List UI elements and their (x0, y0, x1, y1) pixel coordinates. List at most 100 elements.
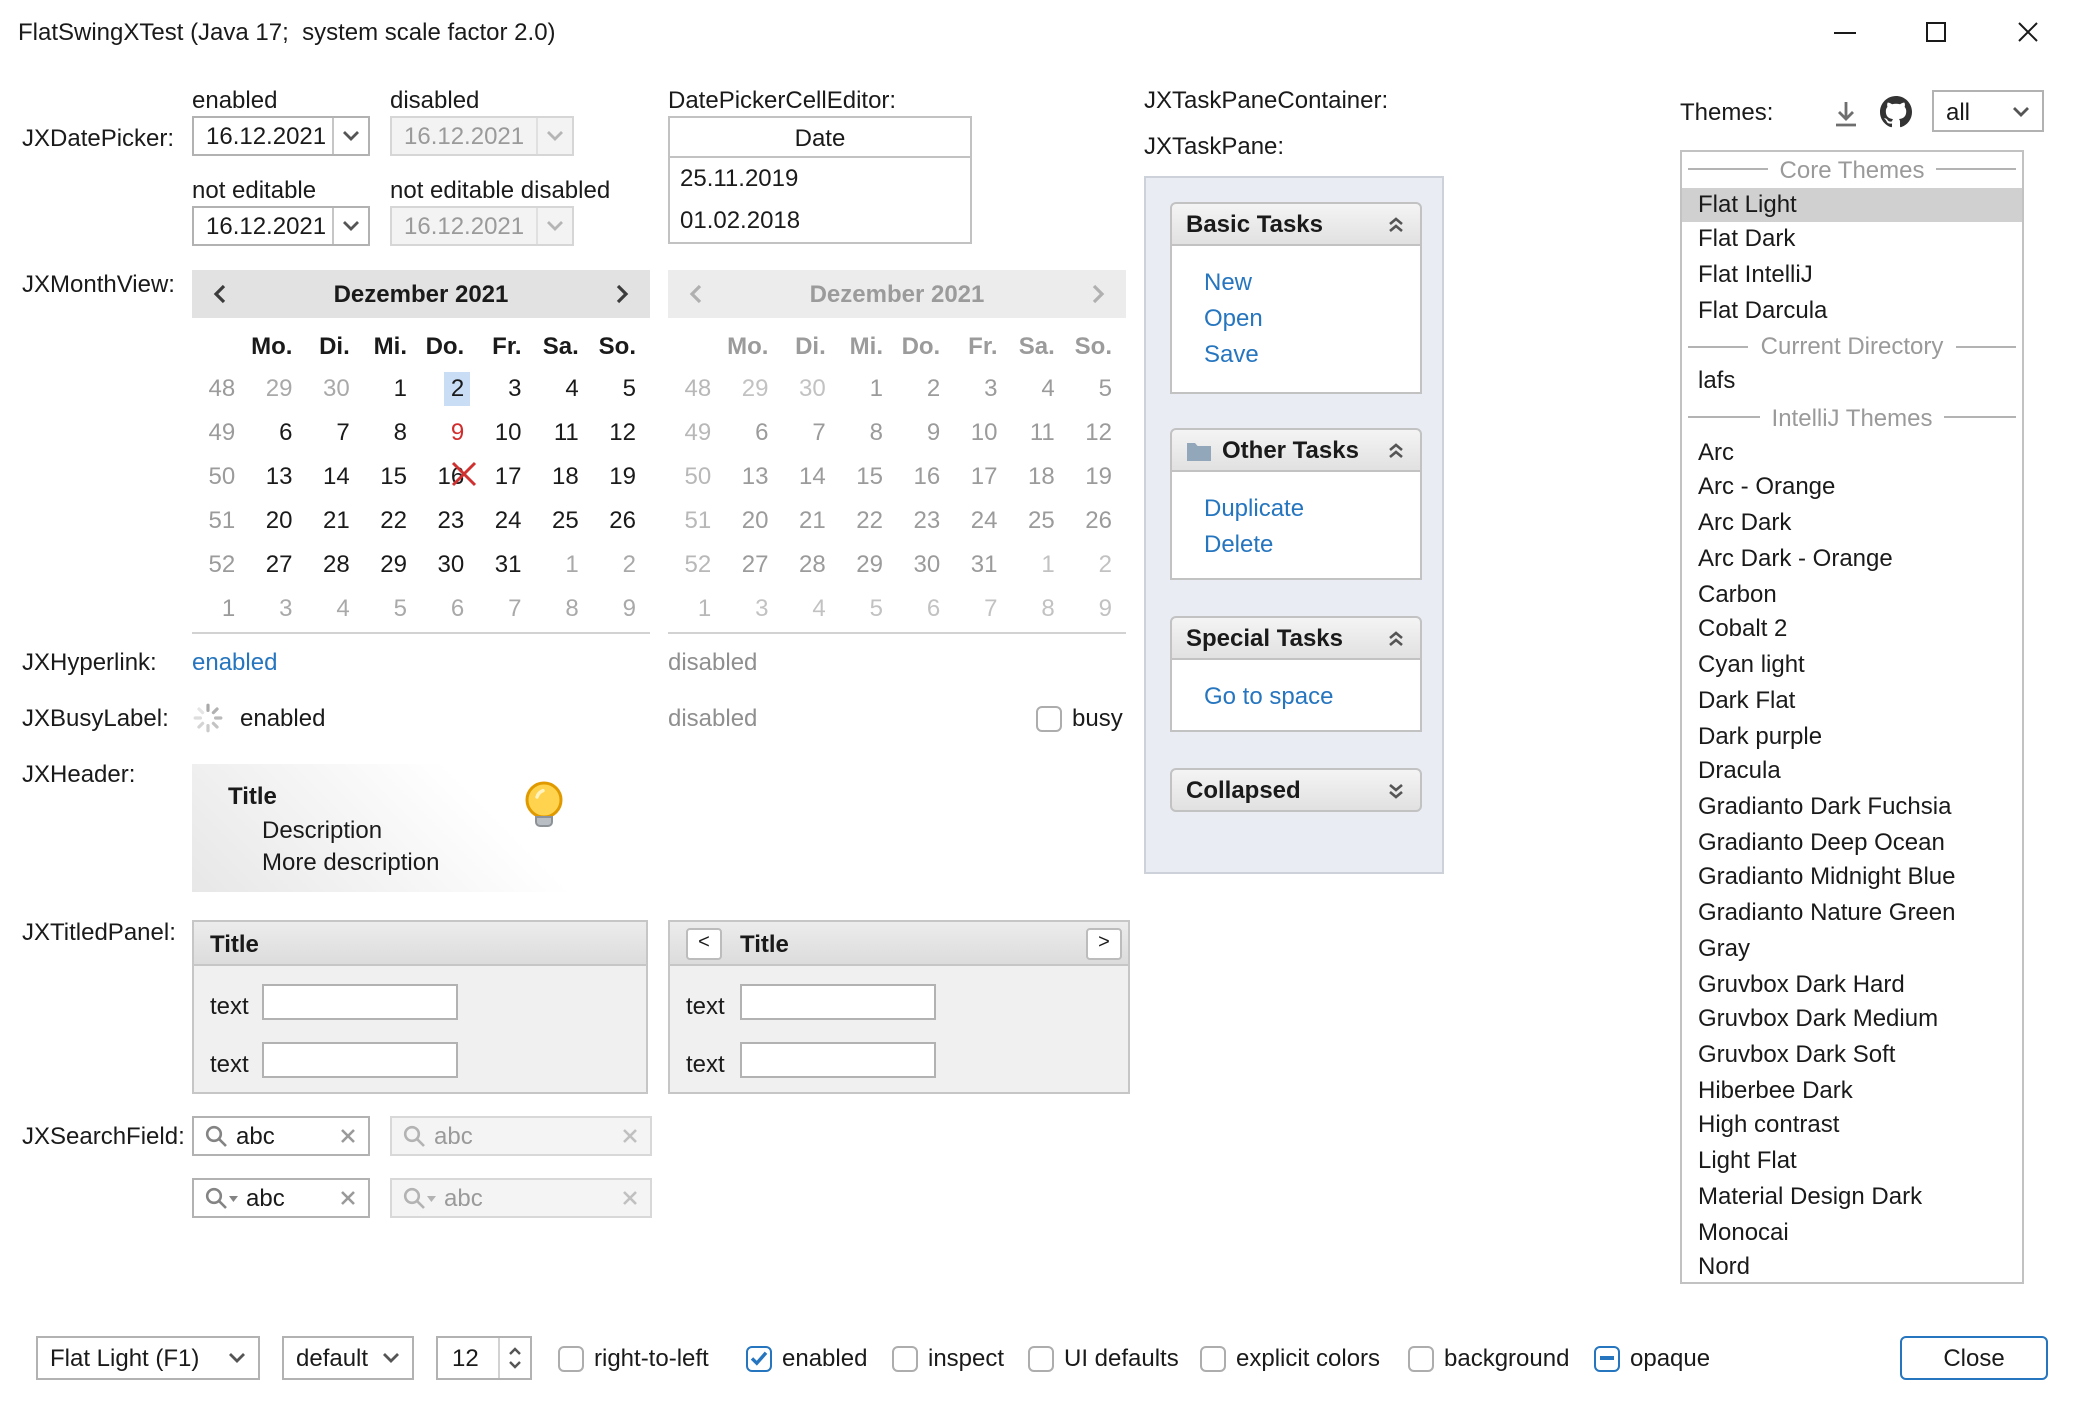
checkbox-ui-defaults[interactable]: UI defaults (1028, 1336, 1179, 1380)
datepicker-not-editable[interactable]: 16.12.2021 (192, 206, 370, 246)
calendar-day[interactable]: 31 (478, 542, 535, 586)
taskpane-header[interactable]: Special Tasks (1170, 616, 1422, 660)
calendar-day[interactable]: 19 (593, 454, 650, 498)
text-input-2[interactable] (262, 1042, 458, 1078)
datepicker-cell-editor-table[interactable]: Date 25.11.2019 01.02.2018 (668, 116, 972, 244)
theme-item[interactable]: Gray (1682, 932, 2022, 967)
github-button[interactable] (1878, 94, 1914, 130)
spinner-buttons[interactable] (498, 1338, 530, 1378)
calendar-day[interactable]: 20 (249, 498, 306, 542)
theme-item[interactable]: Arc Dark - Orange (1682, 542, 2022, 577)
calendar-day[interactable]: 18 (536, 454, 593, 498)
font-combo[interactable]: default (282, 1336, 414, 1380)
expand-chevron-icon[interactable] (1386, 781, 1406, 799)
search-field-enabled[interactable]: abc (192, 1116, 370, 1156)
calendar-day[interactable]: 9 (421, 410, 478, 454)
calendar-day[interactable]: 28 (307, 542, 364, 586)
taskpane-header[interactable]: Other Tasks (1170, 428, 1422, 472)
calendar-day[interactable]: 17 (478, 454, 535, 498)
theme-item[interactable]: Flat IntelliJ (1682, 258, 2022, 293)
checkbox-opaque[interactable]: opaque (1594, 1336, 1710, 1380)
taskpane-link[interactable]: Go to space (1204, 678, 1420, 714)
calendar-day[interactable]: 3 (249, 586, 306, 630)
theme-item[interactable]: Carbon (1682, 577, 2022, 612)
themes-list[interactable]: Core ThemesFlat LightFlat DarkFlat Intel… (1680, 150, 2024, 1284)
theme-item[interactable]: Hiberbee Dark (1682, 1073, 2022, 1108)
calendar-prev-button[interactable] (212, 284, 228, 304)
taskpane-link[interactable]: Duplicate (1204, 490, 1420, 526)
calendar-day[interactable]: 27 (249, 542, 306, 586)
collapse-chevron-icon[interactable] (1386, 215, 1406, 233)
theme-item[interactable]: Dark purple (1682, 719, 2022, 754)
text-input-1[interactable] (740, 984, 936, 1020)
theme-item[interactable]: Arc - Orange (1682, 471, 2022, 506)
theme-item[interactable]: Monocai (1682, 1215, 2022, 1250)
calendar-day[interactable]: 30 (307, 366, 364, 410)
theme-item[interactable]: Gradianto Midnight Blue (1682, 861, 2022, 896)
calendar-next-button[interactable] (614, 284, 630, 304)
taskpane-header[interactable]: Collapsed (1170, 768, 1422, 812)
calendar-day[interactable]: 13 (249, 454, 306, 498)
calendar-day[interactable]: 6 (421, 586, 478, 630)
theme-item[interactable]: Gradianto Dark Fuchsia (1682, 790, 2022, 825)
theme-item[interactable]: Arc Dark (1682, 506, 2022, 541)
clear-icon[interactable] (340, 1128, 356, 1144)
clear-icon[interactable] (340, 1190, 356, 1206)
calendar-day[interactable]: 7 (478, 586, 535, 630)
theme-filter-combo[interactable]: all (1932, 90, 2044, 132)
chevron-down-icon[interactable] (332, 118, 368, 154)
calendar-day[interactable]: 15 (364, 454, 421, 498)
theme-item[interactable]: Material Design Dark (1682, 1180, 2022, 1215)
theme-item[interactable]: Dark Flat (1682, 684, 2022, 719)
checkbox-inspect[interactable]: inspect (892, 1336, 1004, 1380)
spinner-value[interactable]: 12 (438, 1338, 498, 1378)
minimize-button[interactable] (1798, 0, 1890, 64)
theme-item[interactable]: Dracula (1682, 754, 2022, 789)
next-button[interactable]: > (1086, 927, 1122, 959)
calendar-day[interactable]: 5 (364, 586, 421, 630)
calendar-day[interactable]: 11 (536, 410, 593, 454)
taskpane-link[interactable]: Delete (1204, 526, 1420, 562)
calendar-day[interactable]: 7 (307, 410, 364, 454)
calendar-day[interactable]: 8 (536, 586, 593, 630)
monthview-enabled[interactable]: Dezember 2021Mo.Di.Mi.Do.Fr.Sa.So.482930… (192, 270, 650, 634)
checkbox-enabled[interactable]: enabled (746, 1336, 867, 1380)
checkbox-explicit-colors[interactable]: explicit colors (1200, 1336, 1380, 1380)
theme-item[interactable]: Gruvbox Dark Soft (1682, 1038, 2022, 1073)
checkbox-right-to-left[interactable]: right-to-left (558, 1336, 709, 1380)
text-input-2[interactable] (740, 1042, 936, 1078)
collapse-chevron-icon[interactable] (1386, 629, 1406, 647)
search-field-with-menu-enabled[interactable]: abc (192, 1178, 370, 1218)
calendar-day[interactable]: 30 (421, 542, 478, 586)
theme-item[interactable]: lafs (1682, 365, 2022, 400)
calendar-day[interactable]: 2 (421, 366, 478, 410)
calendar-day[interactable]: 21 (307, 498, 364, 542)
taskpane-link[interactable]: New (1204, 264, 1420, 300)
calendar-day[interactable]: 8 (364, 410, 421, 454)
theme-item[interactable]: Arc (1682, 436, 2022, 471)
calendar-day[interactable]: 3 (478, 366, 535, 410)
close-button[interactable]: Close (1900, 1336, 2048, 1380)
search-value[interactable]: abc (246, 1184, 332, 1212)
theme-item[interactable]: High contrast (1682, 1109, 2022, 1144)
calendar-day[interactable]: 23 (421, 498, 478, 542)
calendar-day[interactable]: 1 (536, 542, 593, 586)
calendar-day[interactable]: 4 (536, 366, 593, 410)
theme-item[interactable]: Nord (1682, 1251, 2022, 1284)
calendar-day[interactable]: 25 (536, 498, 593, 542)
calendar-day[interactable]: 9 (593, 586, 650, 630)
close-window-button[interactable] (1982, 0, 2074, 64)
search-menu-icon[interactable] (204, 1186, 238, 1210)
theme-item[interactable]: Cobalt 2 (1682, 613, 2022, 648)
calendar-day[interactable]: 6 (249, 410, 306, 454)
calendar-day[interactable]: 12 (593, 410, 650, 454)
chevron-down-icon[interactable] (332, 208, 368, 244)
laf-combo[interactable]: Flat Light (F1) (36, 1336, 260, 1380)
theme-item[interactable]: Gruvbox Dark Medium (1682, 1003, 2022, 1038)
table-row[interactable]: 25.11.2019 (670, 158, 970, 200)
calendar-day[interactable]: 16 (421, 454, 478, 498)
datepicker-enabled[interactable]: 16.12.2021 (192, 116, 370, 156)
checkbox-background[interactable]: background (1408, 1336, 1569, 1380)
theme-item[interactable]: Light Flat (1682, 1144, 2022, 1179)
hyperlink-enabled[interactable]: enabled (192, 648, 277, 676)
